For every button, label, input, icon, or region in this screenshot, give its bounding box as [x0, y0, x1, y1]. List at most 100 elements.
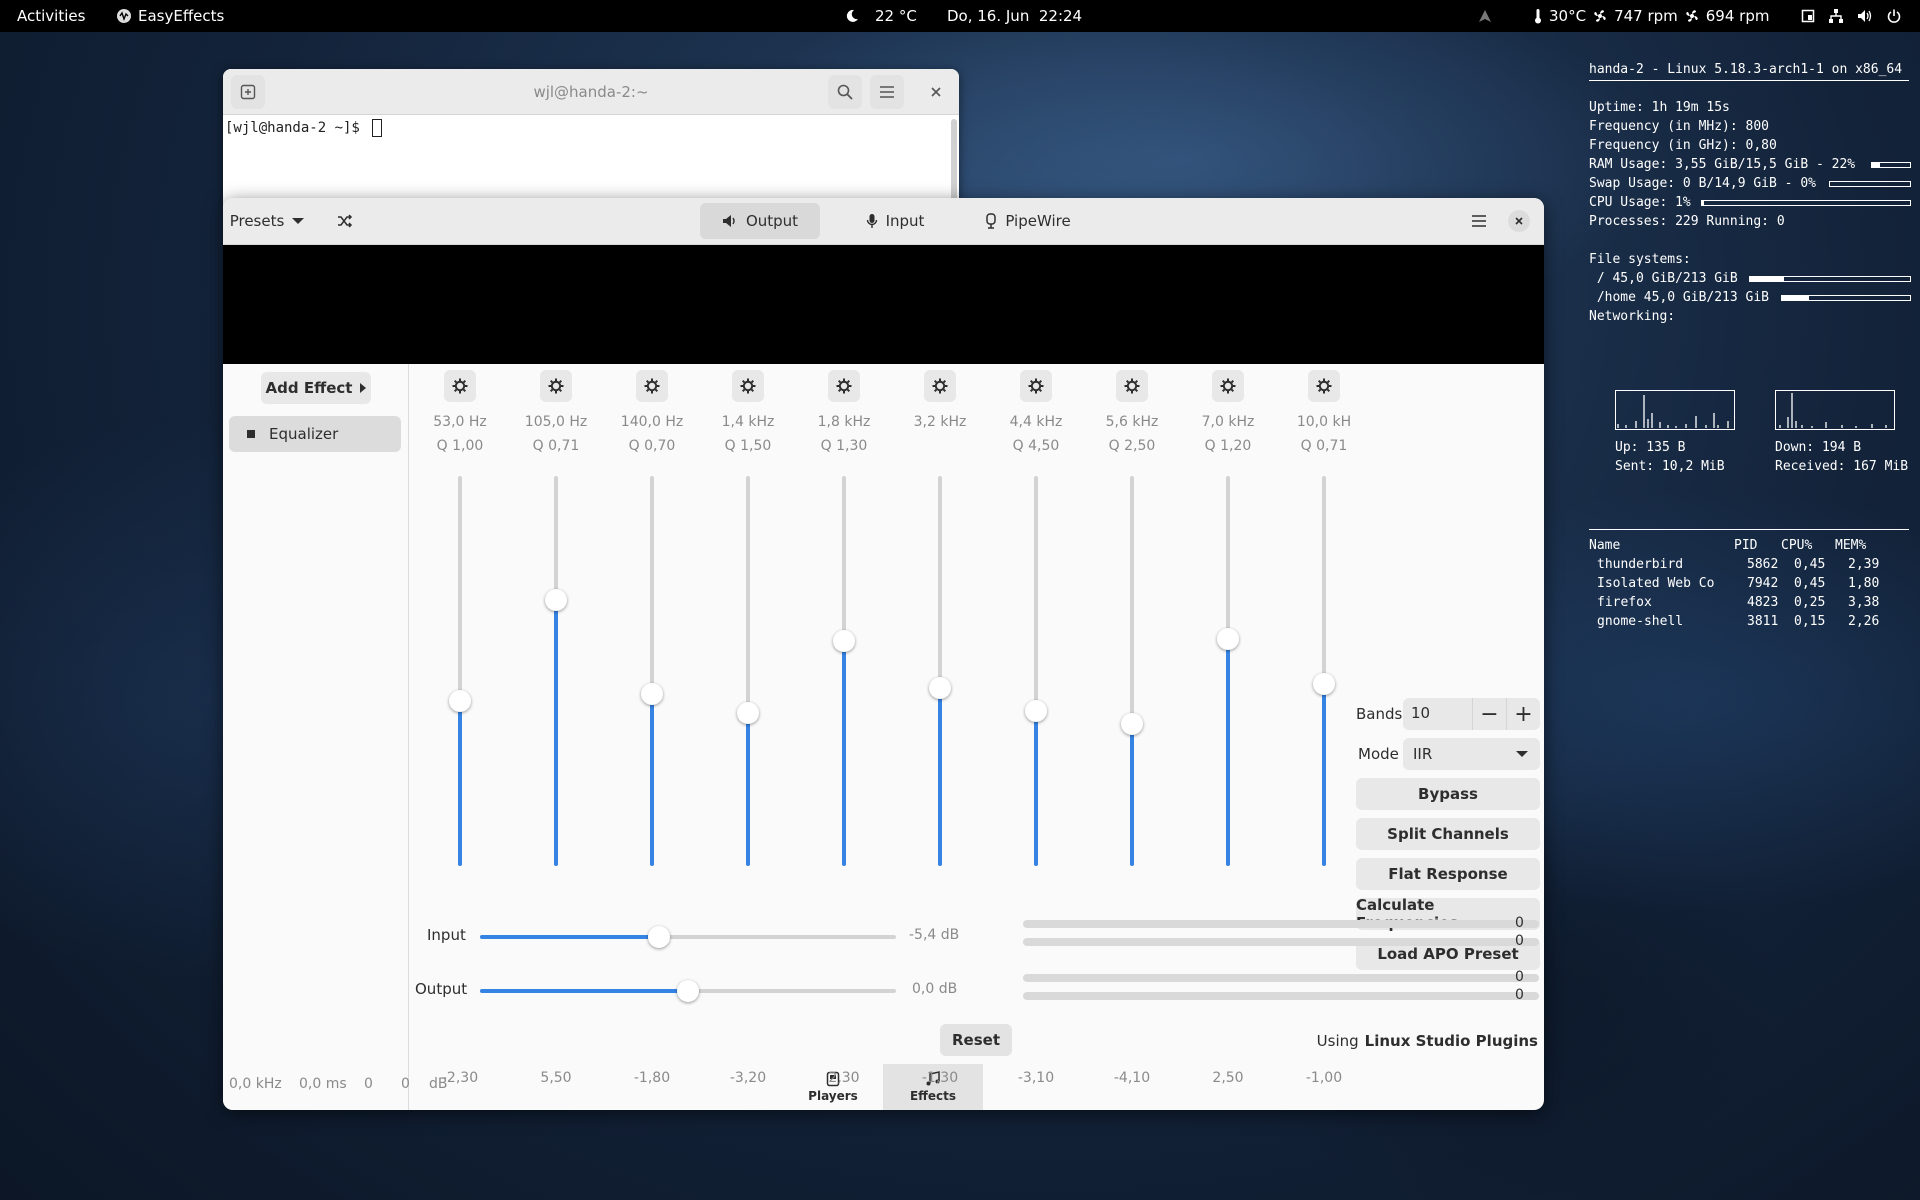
terminal-cursor — [372, 119, 383, 137]
drag-handle-icon[interactable] — [247, 430, 255, 438]
gear-icon — [1124, 378, 1140, 394]
bypass-button[interactable]: Bypass — [1356, 778, 1540, 810]
close-button[interactable] — [1508, 210, 1530, 232]
band-frequency: 140,0 Hz — [620, 414, 684, 430]
band-gain-knob[interactable] — [1025, 700, 1047, 723]
band-settings-button[interactable] — [1020, 370, 1052, 402]
mode-dropdown[interactable]: IIR — [1403, 738, 1540, 770]
terminal-search-button[interactable] — [828, 75, 862, 109]
band-gain-knob[interactable] — [641, 683, 663, 706]
app-menu[interactable]: EasyEffects — [116, 0, 224, 32]
bands-increment-button[interactable]: + — [1506, 698, 1540, 730]
band-gain-fill — [1034, 711, 1038, 866]
band-settings-button[interactable] — [924, 370, 956, 402]
new-tab-button[interactable] — [231, 75, 265, 109]
band-gain-value: -1,00 — [1305, 1070, 1343, 1086]
band-frequency: 4,4 kHz — [1009, 414, 1063, 430]
band-gain-knob[interactable] — [1121, 713, 1143, 736]
fs-root-bar — [1749, 276, 1911, 282]
proc-pid: 3811 — [1747, 614, 1779, 629]
main-menu-button[interactable] — [1462, 203, 1496, 239]
flat-response-button[interactable]: Flat Response — [1356, 858, 1540, 890]
band-gain-knob[interactable] — [1217, 627, 1239, 650]
band-settings-button[interactable] — [1116, 370, 1148, 402]
conky-header: handa-2 - Linux 5.18.3-arch1-1 on x86_64 — [1589, 62, 1903, 77]
display-icon — [1801, 9, 1815, 23]
band-gain-value: 2,50 — [1212, 1070, 1244, 1086]
band-gain-value: 5,50 — [540, 1070, 572, 1086]
conky-divider — [1589, 529, 1909, 530]
band-gain-knob[interactable] — [449, 689, 471, 712]
close-icon — [931, 87, 941, 97]
proc-name: firefox — [1597, 595, 1652, 610]
proc-cpu: 0,45 — [1794, 557, 1826, 572]
clock-text: Do, 16. Jun 22:24 — [947, 7, 1083, 25]
terminal-scrollbar[interactable] — [951, 119, 957, 209]
band-settings-button[interactable] — [636, 370, 668, 402]
terminal-menu-button[interactable] — [870, 75, 904, 109]
band-settings-button[interactable] — [732, 370, 764, 402]
using-label: Using — [1316, 1032, 1359, 1050]
output-gain-knob[interactable] — [677, 980, 699, 1002]
presets-menu-button[interactable]: Presets — [229, 203, 305, 239]
tab-pipewire[interactable]: PipeWire — [959, 203, 1097, 239]
weather-text: 22 °C — [875, 7, 917, 25]
weather-indicator[interactable]: 22 °C — [845, 0, 917, 32]
new-tab-icon — [240, 84, 256, 100]
plugin-name: Linux Studio Plugins — [1364, 1032, 1538, 1050]
terminal-content[interactable]: [wjl@handa-2 ~]$ — [223, 115, 959, 141]
tab-output[interactable]: Output — [700, 203, 820, 239]
band-gain-knob[interactable] — [929, 676, 951, 699]
cpu-bar — [1701, 200, 1911, 206]
conky-freq-mhz: Frequency (in MHz): 800 — [1589, 119, 1770, 134]
band-frequency: 1,4 kHz — [721, 414, 775, 430]
terminal-prompt: [wjl@handa-2 ~]$ — [225, 120, 369, 136]
spectrum-analyzer — [223, 245, 1544, 364]
upload-graph — [1615, 390, 1735, 430]
clock[interactable]: Do, 16. Jun 22:24 — [947, 0, 1082, 32]
band-gain-knob[interactable] — [833, 630, 855, 653]
band-gain-value: -3,10 — [1017, 1070, 1055, 1086]
band-settings-button[interactable] — [1212, 370, 1244, 402]
band-settings-button[interactable] — [1308, 370, 1340, 402]
band-gain-knob[interactable] — [737, 701, 759, 724]
proc-mem: 2,39 — [1848, 557, 1880, 572]
eq-band: 53,0 Hz Q 1,00 -2,30 — [425, 364, 495, 1086]
sensors-indicator[interactable]: 30°C 747 rpm 694 rpm — [1533, 0, 1769, 32]
band-gain-fill — [650, 694, 654, 866]
proc-header-cpu: CPU% — [1781, 538, 1813, 553]
band-gain-knob[interactable] — [1313, 673, 1335, 695]
close-icon — [1515, 217, 1523, 225]
split-channels-button[interactable]: Split Channels — [1356, 818, 1540, 850]
status-rate: 0,0 kHz — [229, 1076, 282, 1092]
effect-item-equalizer[interactable]: Equalizer — [229, 416, 401, 452]
band-settings-button[interactable] — [540, 370, 572, 402]
band-gain-knob[interactable] — [545, 588, 567, 611]
eq-band: 4,4 kHz Q 4,50 -3,10 — [1001, 364, 1071, 1086]
bands-decrement-button[interactable]: − — [1472, 698, 1506, 730]
system-menu[interactable] — [1801, 0, 1901, 32]
tab-input[interactable]: Input — [842, 203, 948, 239]
gear-icon — [1028, 378, 1044, 394]
flat-response-label: Flat Response — [1388, 865, 1508, 883]
terminal-close-button[interactable] — [925, 81, 947, 103]
conky-received: Received: 167 MiB — [1775, 459, 1909, 474]
arch-indicator[interactable] — [1478, 0, 1492, 32]
band-gain-fill — [1322, 684, 1326, 866]
add-effect-button[interactable]: Add Effect — [261, 372, 371, 404]
band-settings-button[interactable] — [444, 370, 476, 402]
terminal-window[interactable]: wjl@handa-2:~ [wjl@handa-2 ~]$ — [223, 69, 959, 209]
band-frequency: 1,8 kHz — [817, 414, 871, 430]
activities-button[interactable]: Activities — [17, 0, 85, 32]
band-frequency: 105,0 Hz — [524, 414, 588, 430]
input-gain-knob[interactable] — [647, 926, 670, 948]
band-settings-button[interactable] — [828, 370, 860, 402]
proc-header-mem: MEM% — [1835, 538, 1867, 553]
reset-button[interactable]: Reset — [940, 1024, 1012, 1056]
bands-spinbutton[interactable]: 10 − + — [1403, 698, 1540, 730]
eq-band: 3,2 kHz -1,30 — [905, 364, 975, 1086]
microphone-icon — [866, 214, 877, 228]
autoload-shuffle-button[interactable] — [327, 203, 363, 239]
output-gain-label: Output — [415, 980, 468, 998]
conky-freq-ghz: Frequency (in GHz): 0,80 — [1589, 138, 1777, 153]
